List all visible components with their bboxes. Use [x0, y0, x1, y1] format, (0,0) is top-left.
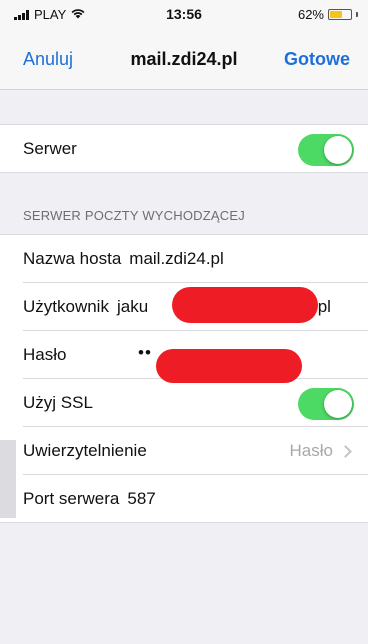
port-row[interactable]: Port serwera: [0, 475, 368, 523]
done-button[interactable]: Gotowe: [284, 49, 350, 70]
chevron-right-icon: [339, 444, 352, 458]
battery-fill: [330, 11, 343, 18]
host-field[interactable]: [129, 249, 330, 269]
toggle-knob: [324, 390, 352, 418]
server-toggle[interactable]: [298, 134, 354, 166]
status-right: 62%: [298, 7, 358, 22]
battery-tip: [356, 12, 358, 17]
password-row[interactable]: Hasło ••: [0, 331, 368, 383]
battery-icon: [328, 9, 352, 20]
photo-shading: [0, 440, 16, 518]
password-label: Hasło: [23, 345, 67, 364]
toggle-knob: [324, 136, 352, 164]
status-bar: PLAY 13:56 62%: [0, 0, 368, 26]
auth-row[interactable]: Uwierzytelnienie Hasło: [0, 427, 368, 475]
host-row[interactable]: Nazwa hosta: [0, 235, 368, 283]
auth-value: Hasło: [289, 441, 333, 460]
redaction-mark: [156, 349, 302, 383]
auth-label: Uwierzytelnienie: [23, 441, 147, 460]
user-field[interactable]: jaku: [117, 297, 148, 317]
redaction-mark: [172, 287, 318, 323]
auth-detail: Hasło: [289, 441, 352, 461]
ssl-row: Użyj SSL: [0, 379, 368, 427]
cancel-button[interactable]: Anuluj: [23, 49, 73, 70]
password-field[interactable]: ••: [138, 343, 152, 363]
row-divider: [0, 172, 368, 173]
server-label: Serwer: [23, 139, 77, 158]
ssl-label: Użyj SSL: [23, 393, 93, 412]
battery-percent: 62%: [297, 7, 324, 22]
user-value-start: jaku: [116, 297, 149, 316]
ssl-toggle[interactable]: [298, 388, 354, 420]
port-label: Port serwera: [23, 489, 120, 508]
user-row[interactable]: Użytkownik jaku .pl: [0, 283, 368, 331]
port-field[interactable]: [127, 489, 248, 509]
row-divider: [0, 522, 368, 523]
navigation-bar: Anuluj mail.zdi24.pl Gotowe: [0, 26, 368, 90]
server-row: Serwer: [0, 125, 368, 173]
section-header: SERWER POCZTY WYCHODZĄCEJ: [23, 208, 245, 223]
host-label: Nazwa hosta: [23, 249, 122, 268]
user-label: Użytkownik: [23, 297, 109, 316]
